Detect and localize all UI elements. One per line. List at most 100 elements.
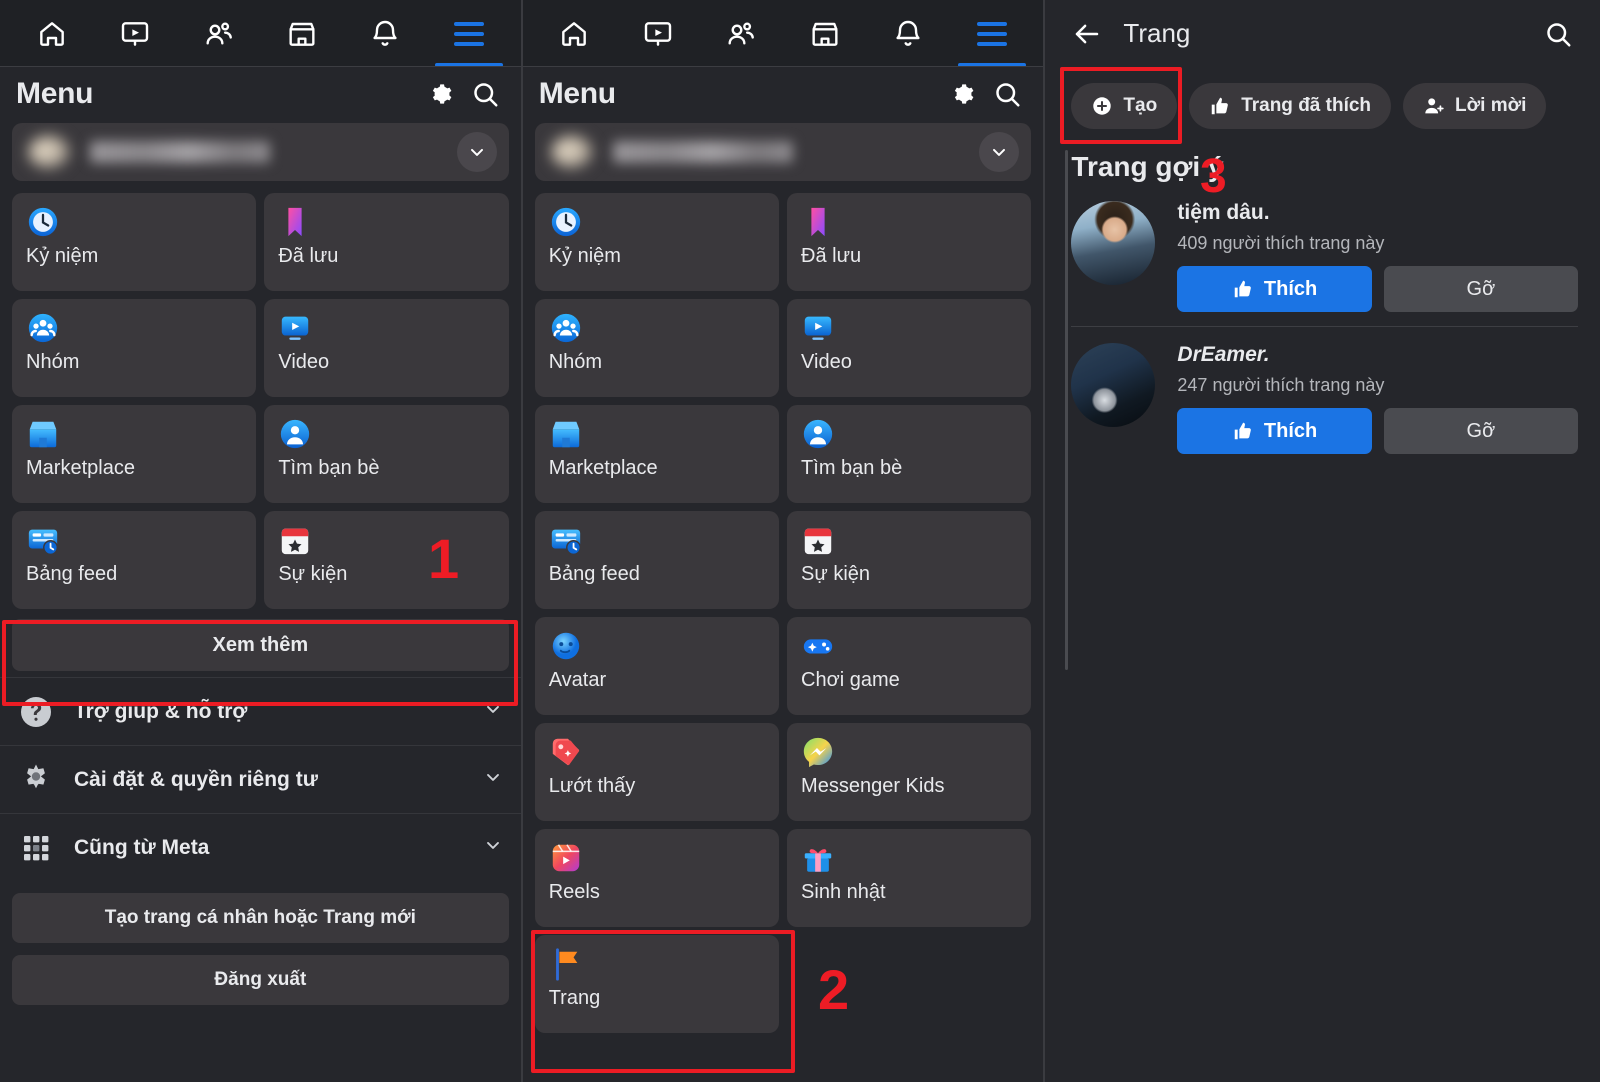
menu-settings-button[interactable] [419,74,459,114]
menu-search-button-mid[interactable] [987,74,1027,114]
nav-menu[interactable] [433,1,505,67]
create-profile-or-page-button[interactable]: Tạo trang cá nhân hoặc Trang mới [12,893,509,943]
nav-notifications-mid[interactable] [872,1,944,67]
nav-video[interactable] [99,1,171,67]
video-icon [282,316,309,340]
page-name[interactable]: tiệm dâu. [1177,201,1578,225]
bookmark-icon [288,207,302,237]
menu-tile-label: Nhóm [548,351,603,373]
page-avatar[interactable] [1071,343,1156,427]
annotation-number-1: 1 [428,527,460,590]
gift-icon [801,841,835,875]
menu-settings-button-mid[interactable] [941,74,981,114]
shop-icon [29,421,57,448]
scrollbar[interactable] [1065,150,1069,670]
suggested-pages-title: Trang gợi ý [1071,151,1224,182]
video-icon [804,316,832,340]
chevron-down-icon[interactable] [483,835,503,860]
menu-tile-s-ki-n[interactable]: Sự kiện [264,511,509,609]
remove-page-button[interactable]: Gỡ [1383,266,1579,312]
nav-home-mid[interactable] [538,1,610,67]
page-actions: Thích Gỡ [1177,266,1579,312]
menu-tile-messenger-kids[interactable]: Messenger Kids [787,723,1032,821]
chevron-down-icon [993,148,1006,156]
gamepad-icon [801,629,835,663]
nav-friends-mid[interactable] [705,1,777,67]
logout-button[interactable]: Đăng xuất [12,955,509,1005]
person-add-icon [1425,98,1444,114]
menu-tile-label: Nhóm [26,351,80,373]
menu-tile-l-u[interactable]: Đã lưu [787,193,1032,291]
invites-pill[interactable]: Lời mời [1403,83,1547,129]
create-page-pill[interactable]: Tạo [1071,83,1178,129]
menu-tile-nh-m[interactable]: Nhóm [534,299,780,397]
nav-marketplace[interactable] [266,1,338,67]
like-page-button[interactable]: Thích [1177,408,1372,454]
calendar-star-icon [804,528,832,555]
menu-tile-t-m-b-n-b[interactable]: Tìm bạn bè [264,405,509,503]
see-more-button[interactable]: Xem thêm [12,619,509,671]
clock-icon [551,207,580,237]
arrow-left-icon [1076,24,1099,43]
menu-tile-ch-i-game[interactable]: Chơi game [787,617,1032,715]
menu-tile-t-m-b-n-b[interactable]: Tìm bạn bè [787,405,1032,503]
menu-tile-l-t-th-y[interactable]: Lướt thấy [534,723,780,821]
menu-tile-label: Sự kiện [801,563,871,585]
menu-tile-k-ni-m[interactable]: Kỷ niệm [534,193,780,291]
menu-tile-avatar[interactable]: Avatar [534,617,780,715]
feed-icon [28,529,59,556]
bookmark-icon [801,205,835,239]
menu-tile-sinh-nh-t[interactable]: Sinh nhật [787,829,1032,927]
nav-video-mid[interactable] [622,1,694,67]
liked-pages-pill[interactable]: Trang đã thích [1189,83,1392,129]
menu-tile-s-ki-n[interactable]: Sự kiện [787,511,1032,609]
find-friends-icon [281,419,310,449]
menu-tile-marketplace[interactable]: Marketplace [534,405,780,503]
menu-tile-b-ng-feed[interactable]: Bảng feed [534,511,780,609]
remove-page-button[interactable]: Gỡ [1383,408,1579,454]
profile-expand-button-mid[interactable] [979,132,1020,172]
menu-tile-nh-m[interactable]: Nhóm [12,299,257,397]
menu-tile-marketplace[interactable]: Marketplace [12,405,257,503]
menu-row-tr-gi-p-h-tr[interactable]: Trợ giúp & hỗ trợ [0,677,521,745]
profile-expand-button[interactable] [456,132,497,172]
page-avatar[interactable] [1071,201,1156,285]
menu-tile-label: Sự kiện [278,563,348,585]
suggested-page-item: tiệm dâu. 409 người thích trang này Thích G… [1071,191,1579,326]
menu-tile-b-ng-feed[interactable]: Bảng feed [12,511,257,609]
top-navigation-bar [0,0,521,67]
find-friends-icon [803,419,833,449]
menu-tile-video[interactable]: Video [264,299,509,397]
logout-wrapper: Đăng xuất [0,943,521,1005]
menu-tile-label: Marketplace [548,457,658,479]
nav-marketplace-mid[interactable] [789,1,861,67]
like-page-button[interactable]: Thích [1177,266,1372,312]
pages-search-button[interactable] [1538,14,1578,54]
menu-tile-video[interactable]: Video [787,299,1032,397]
profile-row-mid[interactable] [534,123,1032,181]
menu-tile-label: Marketplace [26,457,135,479]
nav-menu-mid[interactable] [956,1,1028,67]
menu-tile-trang[interactable]: Trang [534,935,780,1033]
nav-notifications[interactable] [349,1,421,67]
thumbs-up-icon [1234,280,1251,298]
hamburger-icon [453,21,484,46]
menu-tile-k-ni-m[interactable]: Kỷ niệm [12,193,257,291]
chevron-down-icon[interactable] [483,767,503,792]
menu-tile-label: Bảng feed [26,563,118,585]
feed-icon [551,529,581,556]
menu-row-c-ng-t-meta[interactable]: Cũng từ Meta [0,813,521,881]
profile-row[interactable] [12,123,509,181]
chevron-down-icon[interactable] [483,699,503,724]
menu-row-c-i-t-quy-n-ri-ng-t[interactable]: Cài đặt & quyền riêng tư [0,745,521,813]
avatar [28,135,70,169]
friends-icon [206,22,232,45]
page-name[interactable]: DrEamer. [1177,343,1578,367]
menu-tile-label: Messenger Kids [801,775,945,797]
nav-friends[interactable] [183,1,255,67]
nav-home[interactable] [16,1,88,67]
back-button[interactable] [1067,14,1107,54]
menu-search-button[interactable] [465,74,505,114]
menu-tile-reels[interactable]: Reels [534,829,780,927]
menu-tile-l-u[interactable]: Đã lưu [264,193,509,291]
